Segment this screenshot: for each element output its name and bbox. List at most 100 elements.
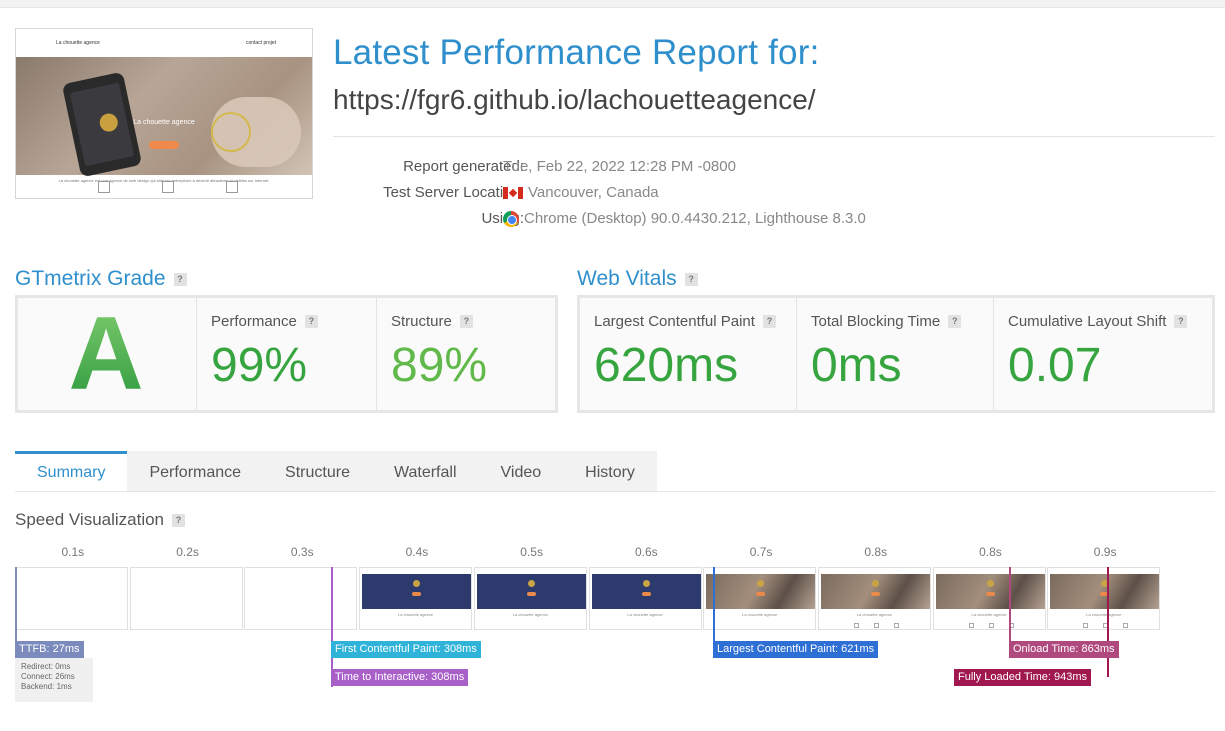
ttfb-breakdown: Redirect: 0ms Connect: 26ms Backend: 1ms [15, 658, 93, 702]
report-tabs: Summary Performance Structure Waterfall … [15, 451, 657, 492]
structure-label: Structure [391, 313, 452, 330]
ttfb-backend: Backend: 1ms [21, 682, 72, 691]
meta-value: Vancouver, Canada [528, 184, 659, 201]
gtmetrix-grade-box: A Performance? 99% Structure? 89% [15, 295, 558, 413]
meta-value: Tue, Feb 22, 2022 12:28 PM -0800 [503, 158, 736, 175]
tbt-cell: Total Blocking Time? 0ms [797, 298, 994, 410]
layout-icon [98, 181, 110, 193]
timeline-tick: 0.8s [864, 545, 888, 559]
grade-cell: A [18, 298, 197, 410]
lcp-marker-label[interactable]: Largest Contentful Paint: 621ms [713, 641, 879, 658]
report-meta: Report generated: Tue, Feb 22, 2022 12:2… [333, 157, 933, 235]
filmstrip-frame[interactable]: La chouette agence [1047, 567, 1161, 630]
timeline-tick: 0.5s [520, 545, 543, 559]
thumbnail-hero: La chouette agence [16, 57, 312, 178]
canada-flag-icon [503, 187, 523, 199]
filmstrip-frame[interactable]: La chouette agence [588, 567, 702, 630]
meta-value: Chrome (Desktop) 90.0.4430.212, Lighthou… [524, 210, 866, 227]
ttfb-label[interactable]: TTFB: 27ms [15, 641, 84, 658]
structure-cell: Structure? 89% [377, 298, 555, 410]
performance-score: 99% [211, 339, 308, 392]
filmstrip-frame[interactable] [15, 567, 128, 630]
frame-button [412, 592, 422, 596]
tabs-divider [15, 491, 1215, 492]
tab-performance[interactable]: Performance [127, 451, 264, 492]
tbt-value: 0ms [811, 339, 902, 392]
thumbnail-nav-links: contact projet [245, 40, 276, 46]
tab-video[interactable]: Video [478, 451, 564, 492]
tti-label[interactable]: Time to Interactive: 308ms [331, 669, 469, 686]
chrome-icon [503, 211, 519, 227]
tab-waterfall[interactable]: Waterfall [371, 451, 479, 492]
frame-caption: La chouette agence [398, 612, 434, 617]
frame-icon [1083, 623, 1089, 628]
filmstrip-frame[interactable]: La chouette agence [703, 567, 817, 630]
frame-screenshot [820, 574, 930, 609]
meta-row-location: Test Server Location: Vancouver, Canada [333, 183, 933, 209]
frame-caption: La chouette agence [742, 612, 778, 617]
speed-visualization-title: Speed Visualization [15, 510, 165, 529]
ttfb-marker-line [15, 567, 17, 642]
filmstrip-frame[interactable]: La chouette agence [817, 567, 931, 630]
help-icon[interactable]: ? [172, 513, 186, 527]
lcp-value: 620ms [594, 339, 739, 392]
frame-icon [853, 623, 859, 628]
frame-icon [873, 623, 879, 628]
filmstrip-frame[interactable] [129, 567, 243, 630]
frame-logo [871, 580, 879, 587]
frame-button [526, 592, 536, 596]
help-icon[interactable]: ? [948, 315, 962, 328]
frame-button [641, 592, 651, 596]
ttfb-redirect: Redirect: 0ms [21, 662, 71, 671]
filmstrip-frame[interactable]: La chouette agence [932, 567, 1046, 630]
frame-button [756, 592, 766, 596]
fully-loaded-label[interactable]: Fully Loaded Time: 943ms [954, 669, 1092, 686]
frame-button [985, 592, 995, 596]
tab-summary[interactable]: Summary [15, 451, 128, 492]
frame-button [870, 592, 880, 596]
frame-logo [527, 580, 535, 587]
thumbnail-brand: La chouette agence [56, 40, 100, 46]
grade-letter: A [68, 296, 144, 412]
thumbnail-hero-button [149, 141, 179, 149]
page-screenshot-thumbnail[interactable]: La chouette agence contact projet La cho… [15, 28, 313, 199]
tab-history[interactable]: History [563, 451, 657, 492]
frame-icon [968, 623, 974, 628]
timeline-tick: 0.8s [979, 545, 1002, 559]
cls-cell: Cumulative Layout Shift? 0.07 [994, 298, 1212, 410]
frame-screenshot [476, 574, 586, 609]
speed-visualization-heading: Speed Visualization ? [15, 510, 186, 530]
frame-icon [1123, 623, 1129, 628]
help-icon[interactable]: ? [762, 315, 776, 328]
tab-structure[interactable]: Structure [263, 451, 372, 492]
help-icon[interactable]: ? [684, 272, 698, 286]
thumbnail-icons [98, 181, 238, 193]
frame-caption: La chouette agence [512, 612, 548, 617]
frame-icon [988, 623, 994, 628]
thumbnail-hero-title: La chouette agence [133, 119, 195, 126]
report-url[interactable]: https://fgr6.github.io/lachouetteagence/ [333, 84, 816, 116]
ttfb-connect: Connect: 26ms [21, 672, 75, 681]
gtmetrix-grade-heading-text: GTmetrix Grade [15, 267, 166, 290]
help-icon[interactable]: ? [459, 315, 473, 328]
timeline-tick: 0.4s [405, 545, 429, 559]
help-icon[interactable]: ? [304, 315, 318, 328]
web-vitals-heading: Web Vitals ? [577, 267, 698, 291]
frame-screenshot [706, 574, 816, 609]
help-icon[interactable]: ? [173, 272, 187, 286]
frame-logo [642, 580, 650, 587]
onload-label[interactable]: Onload Time: 863ms [1009, 641, 1119, 658]
frame-icon [893, 623, 899, 628]
pen-icon [226, 181, 238, 193]
top-border [0, 0, 1225, 8]
fcp-label[interactable]: First Contentful Paint: 308ms [331, 641, 481, 658]
frame-screenshot [935, 574, 1045, 609]
structure-score: 89% [391, 339, 488, 392]
timeline-tick: 0.6s [635, 545, 658, 559]
lcp-cell: Largest Contentful Paint? 620ms [580, 298, 797, 410]
cls-label: Cumulative Layout Shift [1008, 313, 1167, 330]
filmstrip-frame[interactable] [244, 567, 358, 630]
filmstrip-frame[interactable]: La chouette agence [473, 567, 587, 630]
help-icon[interactable]: ? [1174, 315, 1188, 328]
filmstrip-frame[interactable]: La chouette agence [359, 567, 473, 630]
